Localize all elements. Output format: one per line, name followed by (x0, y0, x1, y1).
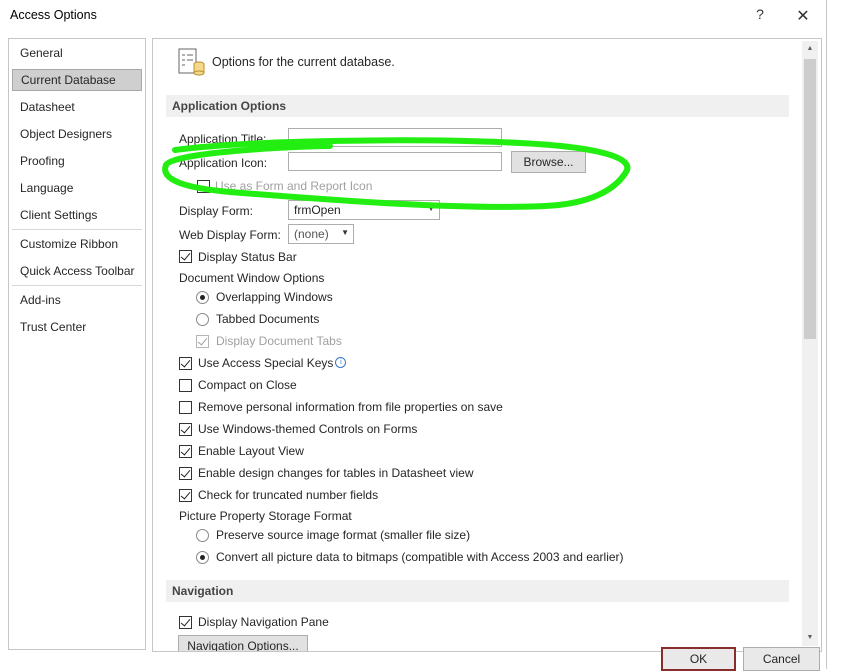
page-title: Options for the current database. (212, 55, 395, 69)
design-changes-checkbox[interactable] (179, 467, 192, 480)
ok-button[interactable]: OK (661, 647, 736, 671)
display-form-label: Display Form: (179, 204, 254, 218)
display-form-dropdown[interactable]: frmOpen ▼ (288, 200, 440, 220)
navigation-options-button[interactable]: Navigation Options... (178, 635, 308, 651)
form-report-icon-checkbox[interactable] (197, 180, 210, 193)
browse-button[interactable]: Browse... (511, 151, 586, 173)
convert-to-bitmaps-label: Convert all picture data to bitmaps (com… (216, 550, 624, 564)
section-label: Application Options (172, 99, 286, 113)
access-special-keys-text: Use Access Special Keys (198, 356, 334, 370)
close-button[interactable]: ✕ (793, 6, 813, 26)
options-content-panel: Options for the current database. Applic… (152, 38, 822, 652)
display-status-bar-label: Display Status Bar (198, 250, 297, 264)
section-label: Navigation (172, 584, 234, 598)
scroll-down-icon[interactable]: ▼ (802, 630, 818, 646)
cancel-button[interactable]: Cancel (743, 647, 820, 671)
web-display-form-value: (none) (294, 227, 329, 241)
picture-storage-format-label: Picture Property Storage Format (179, 509, 352, 523)
info-icon[interactable]: i (335, 357, 347, 368)
overlapping-windows-label: Overlapping Windows (216, 290, 333, 304)
remove-personal-info-label: Remove personal information from file pr… (198, 400, 503, 414)
remove-personal-info-checkbox[interactable] (179, 401, 192, 414)
enable-layout-view-label: Enable Layout View (198, 444, 304, 458)
sidebar-item-customize-ribbon[interactable]: Customize Ribbon (12, 233, 142, 255)
windows-themed-controls-checkbox[interactable] (179, 423, 192, 436)
application-title-field[interactable] (288, 128, 502, 147)
enable-layout-view-checkbox[interactable] (179, 445, 192, 458)
sidebar-item-trust-center[interactable]: Trust Center (12, 316, 142, 338)
application-title-label: Application Title: (179, 132, 267, 146)
section-navigation: Navigation (166, 580, 789, 602)
preserve-source-image-label: Preserve source image format (smaller fi… (216, 528, 471, 542)
application-icon-field[interactable] (288, 152, 502, 171)
truncated-number-fields-checkbox[interactable] (179, 489, 192, 502)
access-special-keys-label: Use Access Special Keys i (198, 356, 347, 370)
preserve-source-image-radio[interactable] (196, 529, 209, 542)
display-form-value: frmOpen (294, 203, 341, 217)
sidebar-item-proofing[interactable]: Proofing (12, 150, 142, 172)
window-border (826, 0, 827, 669)
scrollbar-thumb[interactable] (804, 59, 816, 339)
chevron-down-icon: ▼ (427, 204, 435, 213)
display-status-bar-checkbox[interactable] (179, 250, 192, 263)
compact-on-close-checkbox[interactable] (179, 379, 192, 392)
sidebar-item-object-designers[interactable]: Object Designers (12, 123, 142, 145)
sidebar-item-current-database[interactable]: Current Database (12, 69, 142, 91)
truncated-number-fields-label: Check for truncated number fields (198, 488, 379, 502)
options-sidebar: General Current Database Datasheet Objec… (8, 38, 146, 650)
overlapping-windows-radio[interactable] (196, 291, 209, 304)
display-navigation-pane-label: Display Navigation Pane (198, 615, 329, 629)
vertical-scrollbar[interactable]: ▲ ▼ (802, 41, 818, 646)
sidebar-item-add-ins[interactable]: Add-ins (12, 289, 142, 311)
tabbed-documents-radio[interactable] (196, 313, 209, 326)
sidebar-item-datasheet[interactable]: Datasheet (12, 96, 142, 118)
sidebar-divider (12, 229, 142, 230)
chevron-down-icon: ▼ (341, 228, 349, 237)
access-special-keys-checkbox[interactable] (179, 357, 192, 370)
display-navigation-pane-checkbox[interactable] (179, 616, 192, 629)
database-options-icon (177, 47, 207, 77)
compact-on-close-label: Compact on Close (198, 378, 297, 392)
display-document-tabs-label: Display Document Tabs (216, 334, 342, 348)
design-changes-label: Enable design changes for tables in Data… (198, 466, 474, 480)
web-display-form-dropdown[interactable]: (none) ▼ (288, 224, 354, 244)
sidebar-divider (12, 285, 142, 286)
sidebar-item-language[interactable]: Language (12, 177, 142, 199)
tabbed-documents-label: Tabbed Documents (216, 312, 320, 326)
sidebar-item-client-settings[interactable]: Client Settings (12, 204, 142, 226)
help-button[interactable]: ? (750, 6, 770, 26)
scroll-up-icon[interactable]: ▲ (802, 41, 818, 57)
document-window-options-label: Document Window Options (179, 271, 325, 285)
convert-to-bitmaps-radio[interactable] (196, 551, 209, 564)
section-application-options: Application Options (166, 95, 789, 117)
display-document-tabs-checkbox[interactable] (196, 335, 209, 348)
application-icon-label: Application Icon: (179, 156, 268, 170)
sidebar-item-general[interactable]: General (12, 42, 142, 64)
window-title: Access Options (10, 8, 97, 22)
form-report-icon-label: Use as Form and Report Icon (215, 179, 373, 193)
title-bar: Access Options ? ✕ (0, 0, 826, 32)
sidebar-item-quick-access-toolbar[interactable]: Quick Access Toolbar (12, 260, 142, 282)
windows-themed-controls-label: Use Windows-themed Controls on Forms (198, 422, 418, 436)
web-display-form-label: Web Display Form: (179, 228, 281, 242)
